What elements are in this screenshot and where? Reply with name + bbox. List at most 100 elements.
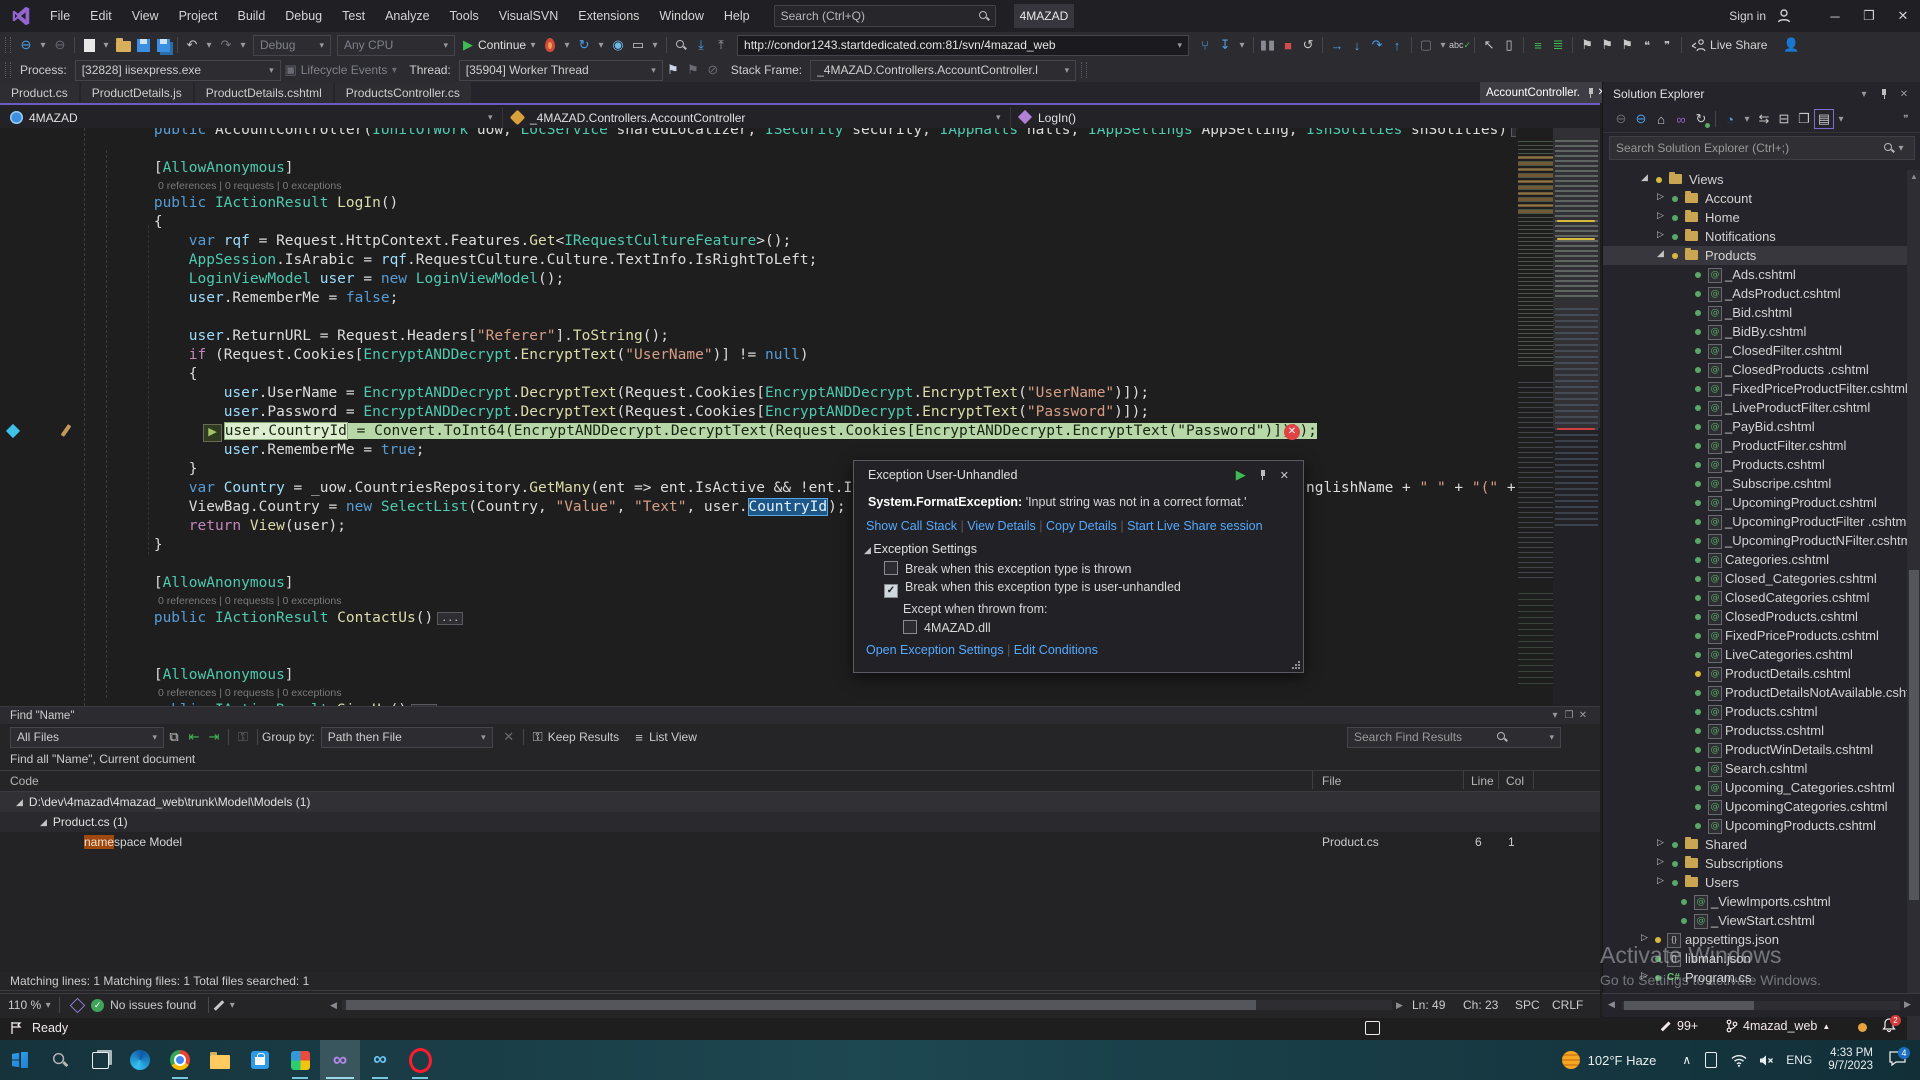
collapsed-arrow-icon[interactable]: ▷ [1657,210,1664,221]
close-button[interactable]: ✕ [1886,2,1920,30]
se-item-closed-categories-cshtml[interactable]: @Closed_Categories.cshtml [1603,569,1907,588]
code-line[interactable]: var rqf = Request.HttpContext.Features.G… [0,232,1516,251]
opera-icon[interactable] [400,1040,440,1080]
se-home-icon[interactable]: ⌂ [1651,109,1671,129]
edge-icon[interactable] [120,1040,160,1080]
se-item--subscripe-cshtml[interactable]: @_Subscripe.cshtml [1603,474,1907,493]
procbar-grip[interactable] [5,62,11,78]
volume-muted-icon[interactable] [1759,1054,1774,1067]
col-line[interactable]: Line [1471,774,1494,788]
tray-chevron-icon[interactable]: ∧ [1682,1053,1691,1067]
se-show-all-dropdown[interactable]: ▾ [1834,109,1848,129]
crumb-member[interactable]: LogIn() [1038,111,1076,125]
editor-h-scrollbar[interactable] [342,1000,1392,1010]
se-item--liveproductfilter-cshtml[interactable]: @_LiveProductFilter.cshtml [1603,398,1907,417]
se-item-products[interactable]: ◢Products [1603,246,1907,265]
se-search-box[interactable]: Search Solution Explorer (Ctrl+;) ▾ [1609,136,1915,160]
exception-link-show-call-stack[interactable]: Show Call Stack [866,519,957,533]
se-item-closedcategories-cshtml[interactable]: @ClosedCategories.cshtml [1603,588,1907,607]
step-over-icon[interactable]: ↷ [1367,35,1387,55]
exception-settings-header[interactable]: Exception Settings [873,542,977,556]
se-item-appsettings-json[interactable]: ▷{}appsettings.json [1603,930,1907,949]
code-line[interactable]: public IActionResult LogIn() [0,194,1516,213]
device-target-icon[interactable]: ▭ [628,35,648,55]
new-file-dropdown[interactable]: ▾ [99,35,113,55]
col-code[interactable]: Code [10,774,39,788]
exception-close-icon[interactable]: ✕ [1280,469,1289,482]
live-share-icon[interactable] [1690,37,1706,53]
weather-label[interactable]: 102°F Haze [1588,1053,1657,1068]
redo-icon[interactable]: ↷ [216,35,236,55]
hex-display-icon[interactable]: ▢ [1416,35,1436,55]
user-avatar-icon[interactable] [1776,8,1792,24]
editor-scrollbar[interactable] [1553,128,1600,706]
file-explorer-icon[interactable] [200,1040,240,1080]
solution-badge[interactable]: 4MAZAD [1014,4,1075,28]
menu-help[interactable]: Help [714,9,760,23]
pin-tab-icon[interactable] [1586,88,1595,98]
se-item--upcomingproductfilter-cshtml[interactable]: @_UpcomingProductFilter .cshtml [1603,512,1907,531]
live-share-label[interactable]: Live Share [1710,38,1767,52]
exception-link-edit-conditions[interactable]: Edit Conditions [1014,643,1098,657]
se-h-scroll-right[interactable]: ▶ [1904,999,1911,1010]
se-item-livecategories-cshtml[interactable]: @LiveCategories.cshtml [1603,645,1907,664]
undo-icon[interactable]: ↶ [182,35,202,55]
cb-thrown-row[interactable]: Break when this exception type is thrown [854,556,1303,576]
collapsed-arrow-icon[interactable]: ▷ [1641,932,1648,943]
menu-edit[interactable]: Edit [80,9,122,23]
spell-check-icon[interactable]: abc✓ [1450,35,1470,55]
minimap[interactable] [1518,128,1553,706]
clock-tray[interactable]: 4:33 PM 9/7/2023 [1828,1047,1873,1073]
next-result-icon[interactable]: ⇥ [204,727,224,747]
se-properties-icon[interactable]: ❐ [1794,109,1814,129]
se-item-search-cshtml[interactable]: @Search.cshtml [1603,759,1907,778]
menu-debug[interactable]: Debug [275,9,332,23]
tab-product.cs[interactable]: Product.cs [0,82,79,103]
detach-icon[interactable]: ↧ [1215,35,1235,55]
se-item-productss-cshtml[interactable]: @Productss.cshtml [1603,721,1907,740]
se-item-productwindetails-cshtml[interactable]: @ProductWinDetails.cshtml [1603,740,1907,759]
list-view-icon[interactable]: ≡ [629,727,649,747]
sign-in-link[interactable]: Sign in [1729,9,1766,23]
se-search-dropdown[interactable]: ▾ [1894,138,1908,158]
se-item--upcomingproduct-cshtml[interactable]: @_UpcomingProduct.cshtml [1603,493,1907,512]
redo-dropdown[interactable]: ▾ [236,35,250,55]
tab-accountcontroller[interactable]: AccountController.cs ✕ [1480,82,1612,103]
collapsed-arrow-icon[interactable]: ▷ [1657,875,1664,886]
group-by-dropdown[interactable]: Path then File▾ [321,727,493,748]
code-line[interactable]: { [0,213,1516,232]
code-line[interactable]: { [0,365,1516,384]
se-h-scrollbar[interactable] [1622,1001,1900,1010]
find-in-code-icon[interactable] [671,35,691,55]
bookmark-icon[interactable]: ⚑ [1577,35,1597,55]
code-line[interactable]: user.RememberMe = false; [0,289,1516,308]
open-file-icon[interactable] [113,35,133,55]
save-icon[interactable] [133,35,153,55]
minimize-button[interactable]: ─ [1818,2,1852,30]
exception-settings-expander[interactable]: ◢ [864,545,873,555]
menu-visualsvn[interactable]: VisualSVN [489,9,569,23]
find-panel-dropdown-icon[interactable]: ▾ [1548,706,1562,726]
store-icon[interactable] [240,1040,280,1080]
navigate-forward-icon[interactable]: ⊖ [50,35,70,55]
code-line[interactable]: AppSession.IsArabic = rqf.RequestCulture… [0,251,1516,270]
code-cleanup-dropdown[interactable]: ▾ [225,995,239,1015]
restore-button[interactable]: ❐ [1852,2,1886,30]
stack-frame-dropdown[interactable]: _4MAZAD.Controllers.AccountController.l▾ [810,60,1076,81]
code-line[interactable]: [AllowAnonymous] [0,159,1516,178]
copy-results-icon[interactable]: ⧉ [164,727,184,747]
se-vertical-scrollbar[interactable]: ▲ ▼ [1907,170,1920,1075]
continue-label[interactable]: Continue [478,38,526,52]
find-group-row-path[interactable]: ◢D:\dev\4mazad\4mazad_web\trunk\Model\Mo… [0,792,1600,812]
pause-icon[interactable]: ▮▮ [1258,35,1278,55]
lifecycle-dropdown[interactable]: ▾ [387,60,401,80]
procbar-grip2[interactable] [1081,62,1087,78]
navigate-up-icon[interactable]: ⤒ [711,35,731,55]
expanded-arrow-icon[interactable]: ◢ [1657,248,1664,259]
cb-unhandled-row[interactable]: ✓Break when this exception type is user-… [854,576,1303,598]
prev-result-icon[interactable]: ⇤ [184,727,204,747]
issues-label[interactable]: No issues found [110,998,196,1012]
cb-unhandled-checkbox[interactable]: ✓ [884,584,898,598]
find-panel-close-icon[interactable]: ✕ [1576,706,1590,726]
se-filter-dropdown[interactable]: ▾ [1740,109,1754,129]
